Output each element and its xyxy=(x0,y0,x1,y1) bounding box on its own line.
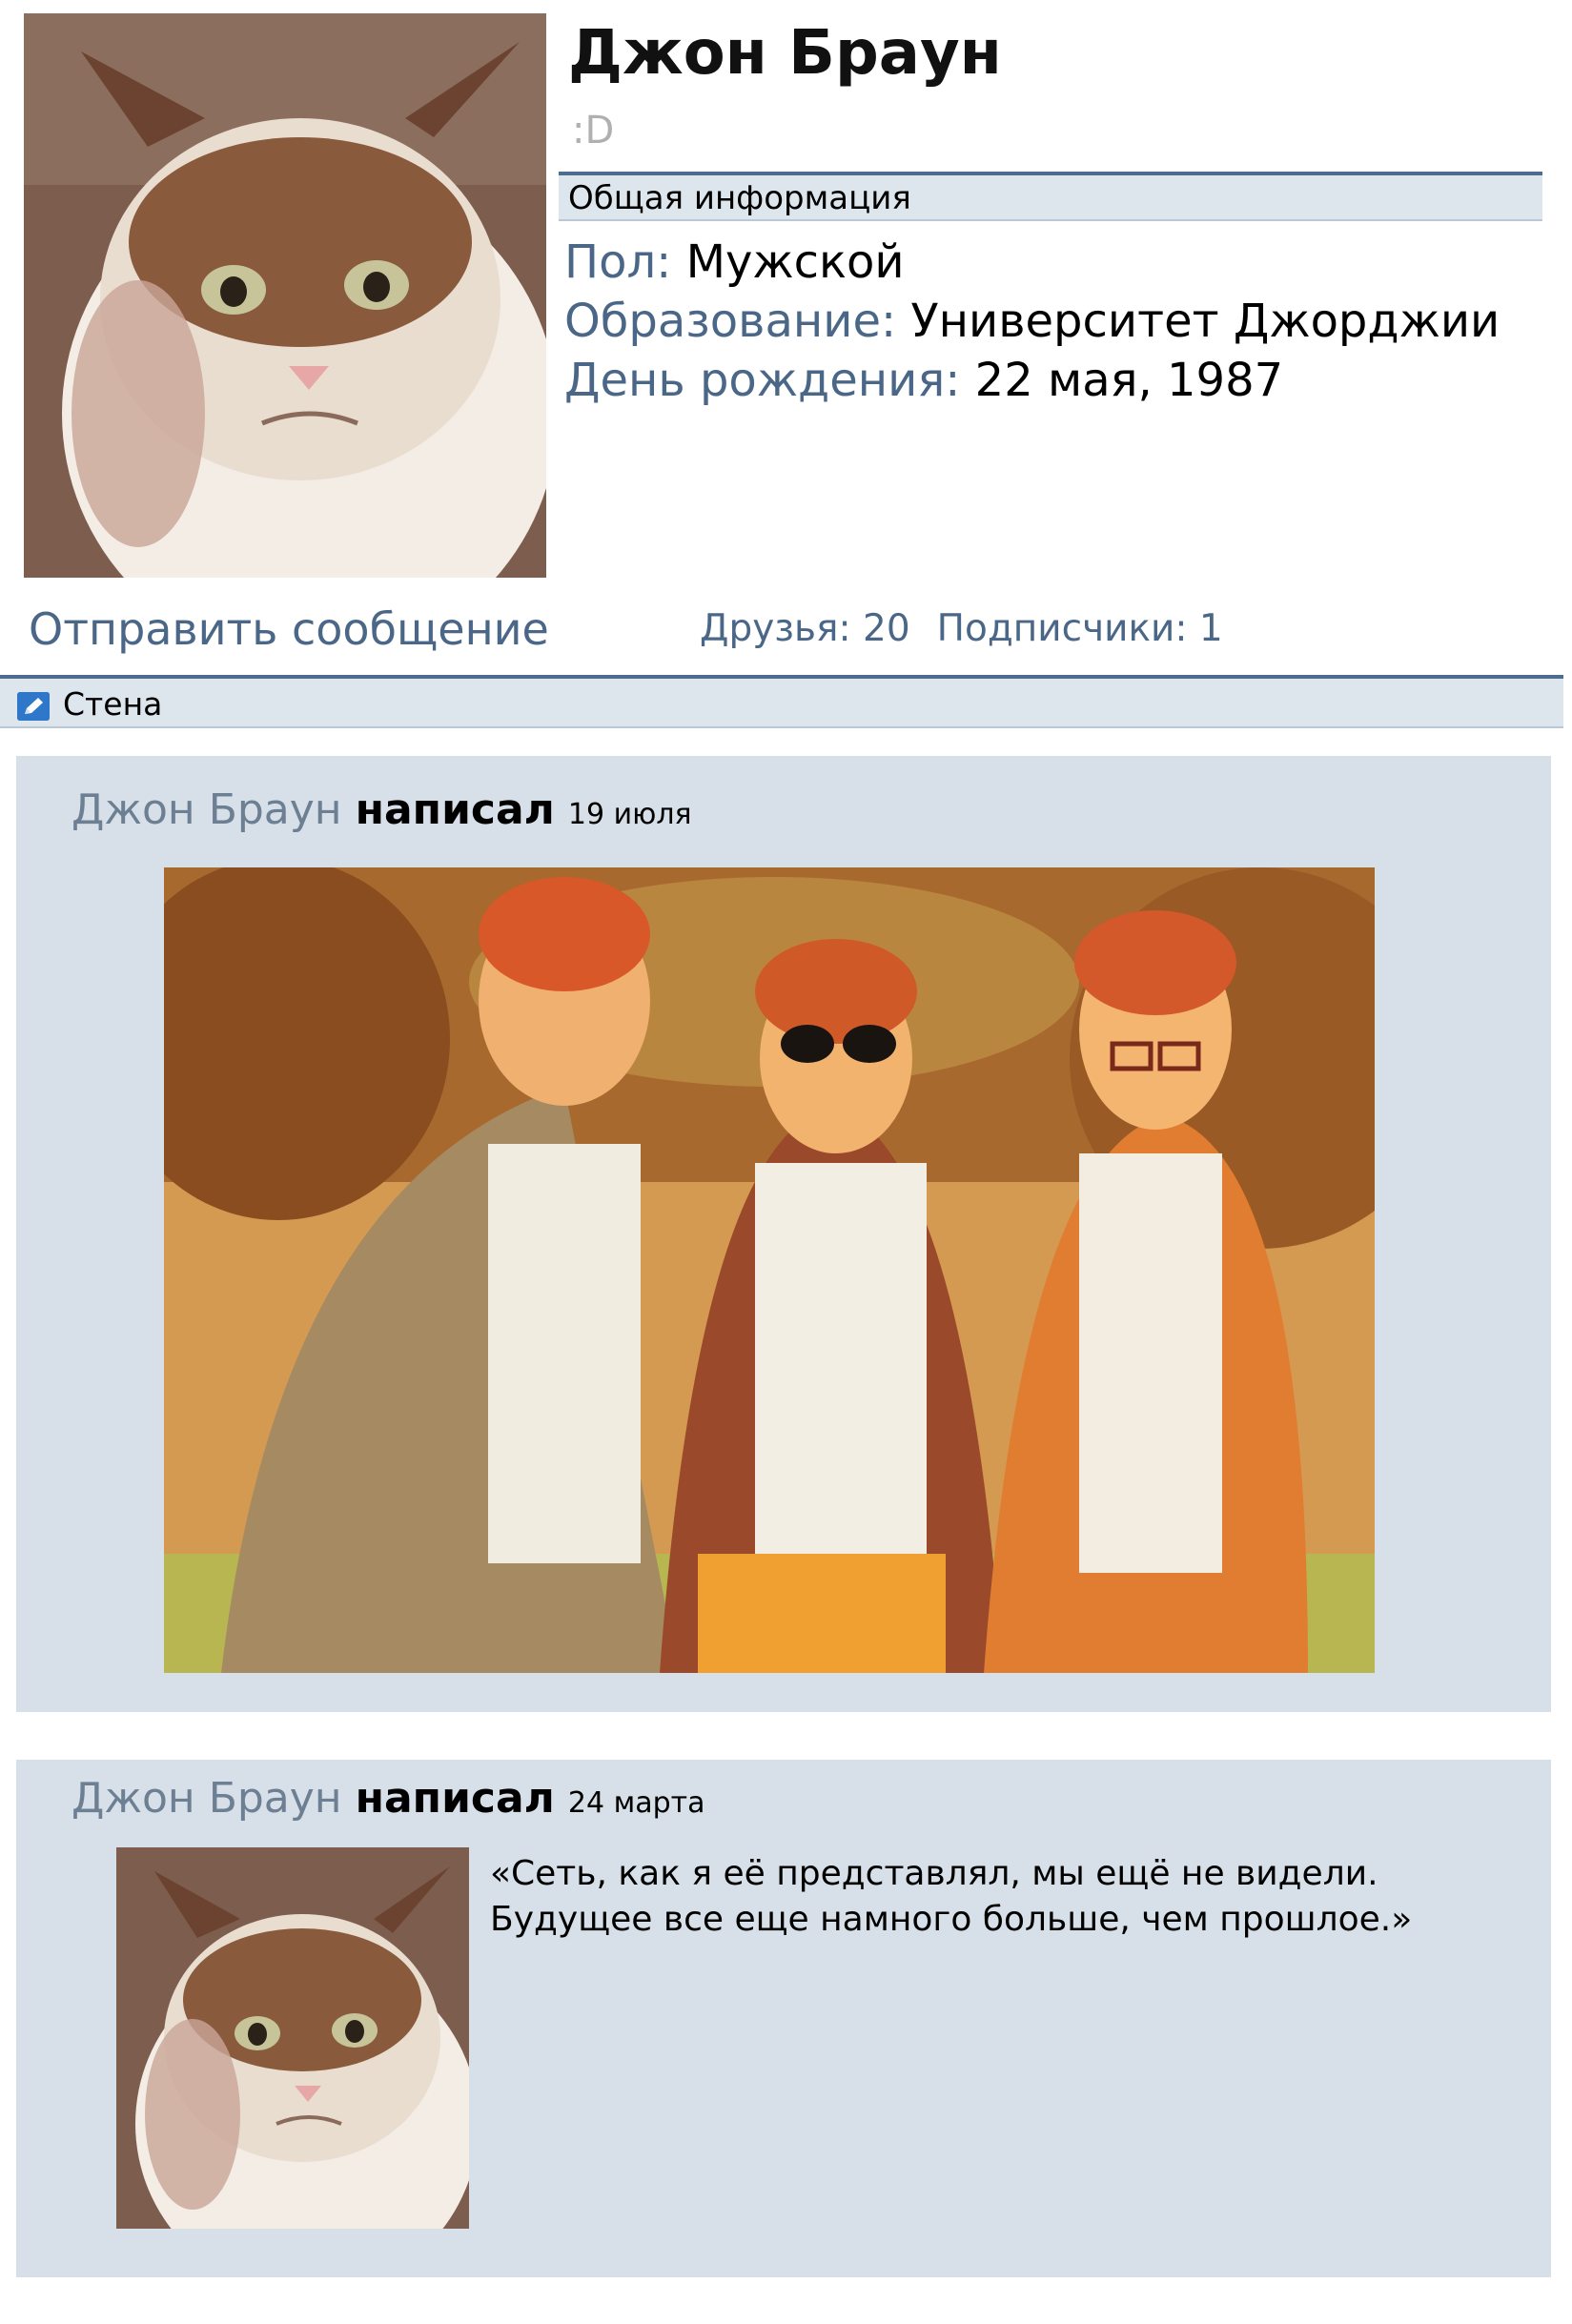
info-label: День рождения: xyxy=(564,354,961,407)
profile-counters: Друзья: 20 Подписчики: 1 xyxy=(700,606,1223,652)
followers-link[interactable]: Подписчики: 1 xyxy=(937,607,1223,650)
info-value[interactable]: Университет Джорджии xyxy=(910,295,1500,348)
pencil-icon xyxy=(17,692,50,721)
post-header: Джон Браун написал 24 марта xyxy=(71,1773,705,1829)
post-date[interactable]: 24 марта xyxy=(568,1786,705,1820)
wall-header[interactable]: Стена xyxy=(0,675,1563,728)
info-section-title: Общая информация xyxy=(568,179,911,217)
post-thumbnail[interactable] xyxy=(116,1847,469,2229)
profile-avatar[interactable] xyxy=(24,13,546,578)
profile-status: :D xyxy=(572,109,615,153)
post-author-link[interactable]: Джон Браун xyxy=(71,785,342,834)
send-message-button[interactable]: Отправить сообщение xyxy=(29,602,549,656)
post-text-line: «Сеть, как я её представлял, мы ещё не в… xyxy=(490,1854,1378,1893)
profile-name: Джон Браун xyxy=(568,18,1002,89)
info-section-header: Общая информация xyxy=(559,172,1542,221)
post-verb: написал xyxy=(355,785,555,834)
friends-link[interactable]: Друзья: 20 xyxy=(700,607,910,650)
info-row-education: Образование: Университет Джорджии xyxy=(564,294,1500,349)
post-author-link[interactable]: Джон Браун xyxy=(71,1774,342,1823)
info-label: Образование: xyxy=(564,295,897,348)
post-text: «Сеть, как я её представлял, мы ещё не в… xyxy=(490,1851,1412,1943)
info-value: Мужской xyxy=(685,235,905,289)
info-row-gender: Пол: Мужской xyxy=(564,234,905,290)
post-text-line: Будущее все еще намного больше, чем прош… xyxy=(490,1900,1413,1939)
wall-title: Стена xyxy=(63,685,163,723)
info-label: Пол: xyxy=(564,235,672,289)
info-value: 22 мая, 1987 xyxy=(974,354,1284,407)
info-row-birthday: День рождения: 22 мая, 1987 xyxy=(564,353,1283,408)
post-date[interactable]: 19 июля xyxy=(568,798,692,831)
post-photo[interactable] xyxy=(164,867,1375,1673)
post-verb: написал xyxy=(355,1774,555,1823)
post-header: Джон Браун написал 19 июля xyxy=(71,785,692,841)
